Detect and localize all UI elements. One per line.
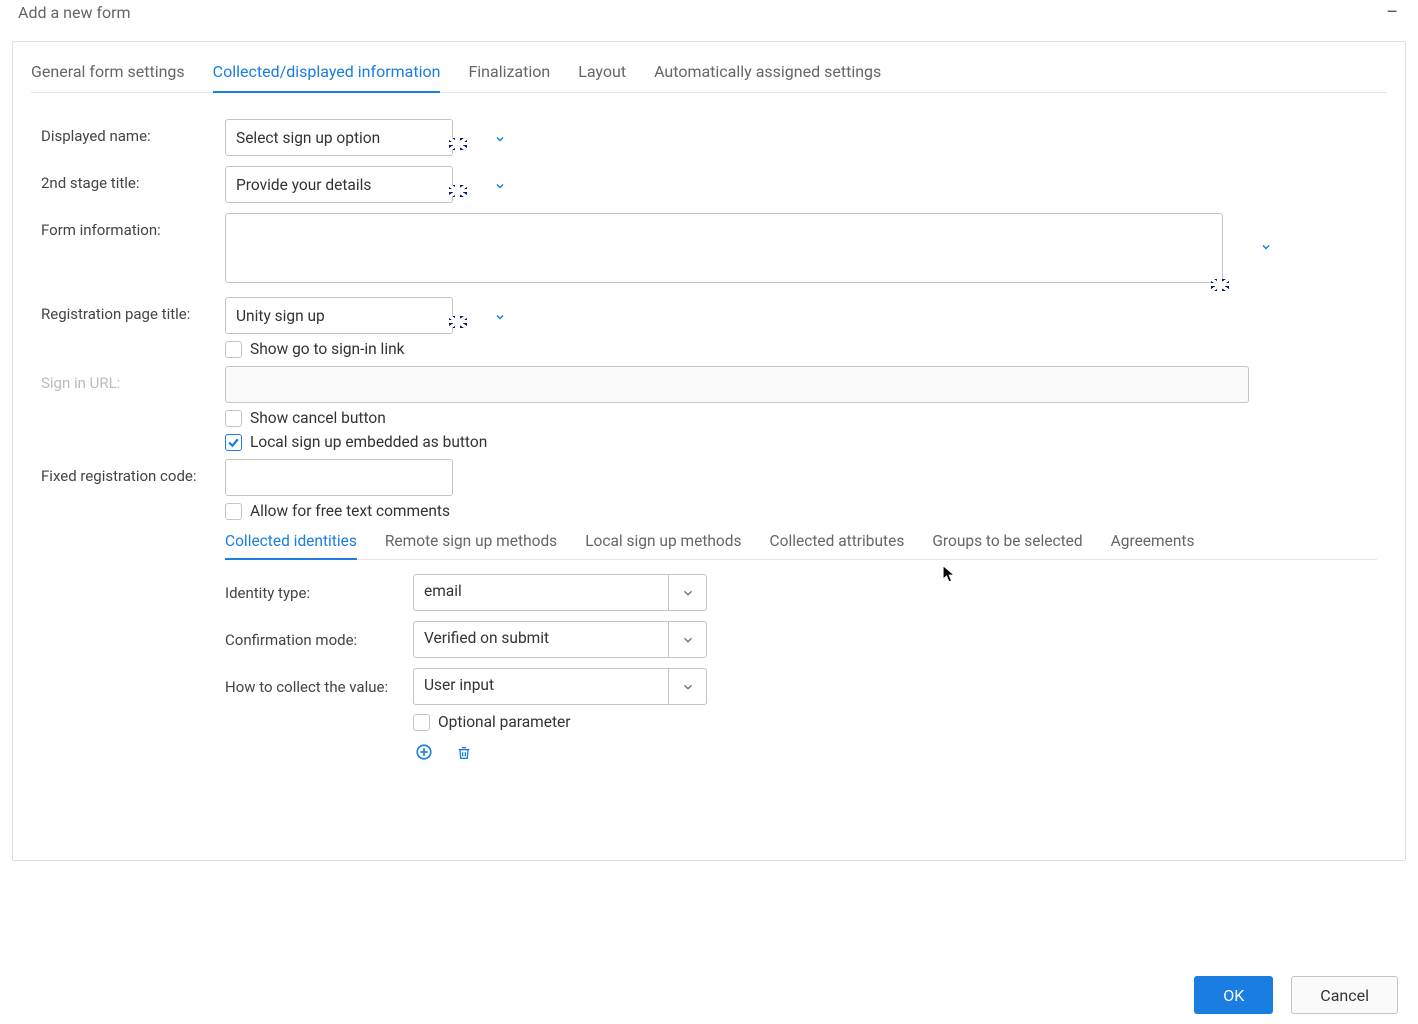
subtab-remote-signup-methods[interactable]: Remote sign up methods (385, 532, 557, 560)
tab-layout[interactable]: Layout (578, 62, 626, 93)
dropdown-icon[interactable] (668, 669, 706, 704)
displayed-name-input[interactable] (225, 119, 453, 156)
fixed-registration-code-input[interactable] (225, 459, 453, 496)
tab-automatically-assigned-settings[interactable]: Automatically assigned settings (654, 62, 881, 93)
how-to-collect-value: User input (414, 669, 668, 704)
minimize-button[interactable]: – (1386, 2, 1398, 23)
tab-finalization[interactable]: Finalization (468, 62, 550, 93)
tab-collected-displayed-information[interactable]: Collected/displayed information (213, 62, 441, 93)
expand-languages-icon[interactable] (488, 127, 512, 151)
expand-languages-icon[interactable] (488, 174, 512, 198)
local-signup-embedded-label: Local sign up embedded as button (250, 433, 487, 451)
label-signin-url: Sign in URL: (41, 366, 225, 392)
uk-flag-icon (449, 185, 467, 197)
optional-parameter-checkbox[interactable] (413, 714, 430, 731)
subtab-collected-attributes[interactable]: Collected attributes (770, 532, 905, 560)
label-how-to-collect: How to collect the value: (225, 678, 413, 696)
dropdown-icon[interactable] (668, 575, 706, 610)
add-icon[interactable] (413, 741, 435, 763)
label-displayed-name: Displayed name: (41, 119, 225, 145)
local-signup-embedded-checkbox[interactable] (225, 434, 242, 451)
cancel-button[interactable]: Cancel (1291, 976, 1398, 1014)
form-information-textarea[interactable] (225, 213, 1223, 283)
window-title: Add a new form (18, 3, 131, 22)
main-tabs: General form settings Collected/displaye… (31, 42, 1387, 93)
show-signin-link-label: Show go to sign-in link (250, 340, 405, 358)
registration-page-title-input[interactable] (225, 297, 453, 334)
delete-icon[interactable] (453, 742, 475, 764)
uk-flag-icon (449, 316, 467, 328)
subtab-agreements[interactable]: Agreements (1111, 532, 1195, 560)
uk-flag-icon (1211, 279, 1229, 291)
label-form-information: Form information: (41, 213, 225, 239)
tab-general-form-settings[interactable]: General form settings (31, 62, 185, 93)
expand-languages-icon[interactable] (1254, 235, 1278, 259)
main-panel: General form settings Collected/displaye… (12, 41, 1406, 861)
label-identity-type: Identity type: (225, 584, 413, 602)
label-confirmation-mode: Confirmation mode: (225, 631, 413, 649)
show-cancel-button-checkbox[interactable] (225, 410, 242, 427)
show-signin-link-checkbox[interactable] (225, 341, 242, 358)
confirmation-mode-select[interactable]: Verified on submit (413, 621, 707, 658)
expand-languages-icon[interactable] (488, 305, 512, 329)
subtab-collected-identities[interactable]: Collected identities (225, 532, 357, 560)
optional-parameter-label: Optional parameter (438, 713, 571, 731)
subtab-groups-to-be-selected[interactable]: Groups to be selected (932, 532, 1082, 560)
signin-url-input (225, 366, 1249, 403)
ok-button[interactable]: OK (1194, 976, 1273, 1014)
label-registration-page-title: Registration page title: (41, 297, 225, 323)
how-to-collect-select[interactable]: User input (413, 668, 707, 705)
show-cancel-button-label: Show cancel button (250, 409, 386, 427)
allow-free-text-label: Allow for free text comments (250, 502, 450, 520)
label-second-stage-title: 2nd stage title: (41, 166, 225, 192)
sub-tabs: Collected identities Remote sign up meth… (225, 532, 1377, 560)
subtab-local-signup-methods[interactable]: Local sign up methods (585, 532, 741, 560)
confirmation-mode-value: Verified on submit (414, 622, 668, 657)
identity-type-value: email (414, 575, 668, 610)
allow-free-text-checkbox[interactable] (225, 503, 242, 520)
second-stage-title-input[interactable] (225, 166, 453, 203)
identity-type-select[interactable]: email (413, 574, 707, 611)
label-fixed-registration-code: Fixed registration code: (41, 459, 225, 485)
dropdown-icon[interactable] (668, 622, 706, 657)
uk-flag-icon (449, 138, 467, 150)
